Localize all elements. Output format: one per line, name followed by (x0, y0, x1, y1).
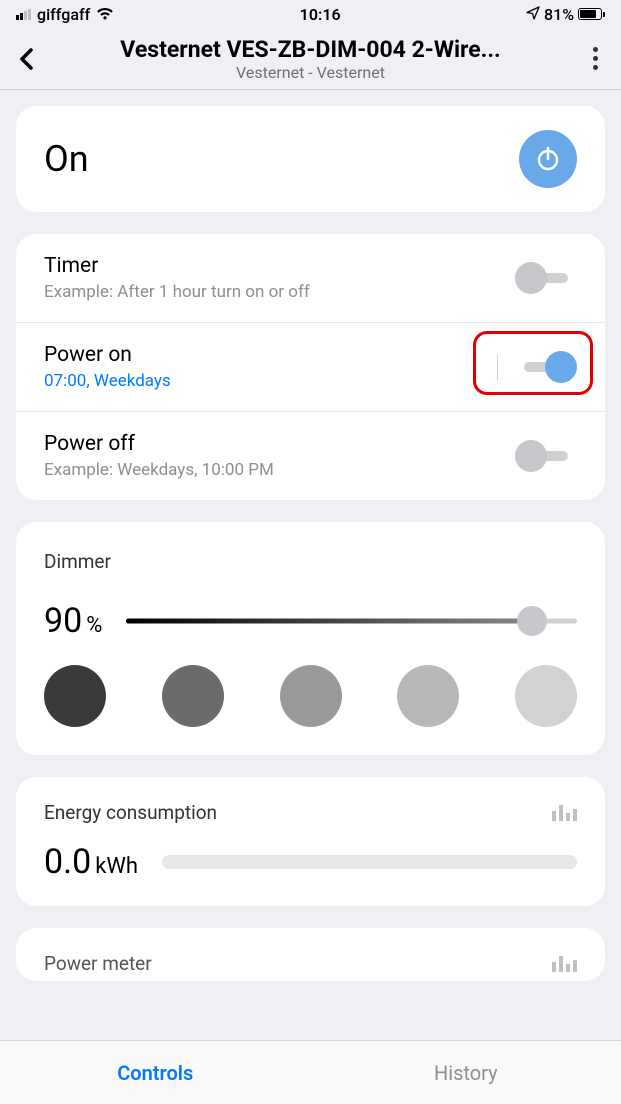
schedule-card: Timer Example: After 1 hour turn on or o… (16, 234, 605, 500)
dimmer-preset-4[interactable] (397, 665, 459, 727)
tab-history[interactable]: History (311, 1041, 621, 1104)
power-on-toggle[interactable] (515, 348, 577, 386)
power-on-sub: 07:00, Weekdays (44, 371, 515, 391)
page-subtitle: Vesternet - Vesternet (40, 63, 581, 82)
energy-value: 0.0kWh (44, 842, 138, 882)
energy-bar (162, 855, 577, 869)
status-bar: giffgaff 10:16 81% (0, 0, 621, 28)
timer-row[interactable]: Timer Example: After 1 hour turn on or o… (16, 234, 605, 323)
dimmer-preset-3[interactable] (280, 665, 342, 727)
dimmer-preset-1[interactable] (44, 665, 106, 727)
power-status-label: On (44, 138, 89, 180)
power-meter-card: Power meter (16, 928, 605, 981)
dimmer-card: Dimmer 90% (16, 522, 605, 755)
energy-title: Energy consumption (44, 801, 217, 824)
power-status-card: On (16, 106, 605, 212)
bottom-tabs: Controls History (0, 1040, 621, 1104)
signal-icon (16, 9, 31, 20)
power-off-toggle[interactable] (515, 437, 577, 475)
more-button[interactable] (581, 45, 609, 73)
clock: 10:16 (300, 5, 341, 24)
location-icon (526, 5, 540, 24)
power-toggle-button[interactable] (519, 130, 577, 188)
timer-sub: Example: After 1 hour turn on or off (44, 282, 515, 302)
dimmer-presets (44, 665, 577, 727)
power-off-sub: Example: Weekdays, 10:00 PM (44, 460, 515, 480)
battery-pct: 81% (544, 5, 574, 24)
power-meter-title: Power meter (44, 952, 152, 975)
power-off-title: Power off (44, 432, 515, 456)
dimmer-label: Dimmer (44, 550, 577, 573)
tab-controls[interactable]: Controls (0, 1041, 311, 1104)
energy-card: Energy consumption 0.0kWh (16, 777, 605, 906)
power-on-title: Power on (44, 343, 515, 367)
wifi-icon (96, 5, 114, 24)
chart-icon[interactable] (552, 805, 577, 821)
battery-icon (578, 8, 605, 20)
dimmer-slider[interactable] (126, 606, 577, 636)
dimmer-value: 90% (44, 601, 102, 641)
header: Vesternet VES-ZB-DIM-004 2-Wire... Veste… (0, 28, 621, 90)
power-off-row[interactable]: Power off Example: Weekdays, 10:00 PM (16, 412, 605, 500)
dimmer-preset-5[interactable] (515, 665, 577, 727)
page-title: Vesternet VES-ZB-DIM-004 2-Wire... (40, 36, 581, 63)
timer-title: Timer (44, 254, 515, 278)
back-button[interactable] (12, 45, 40, 73)
timer-toggle[interactable] (515, 259, 577, 297)
power-on-row[interactable]: Power on 07:00, Weekdays (16, 323, 605, 412)
dimmer-preset-2[interactable] (162, 665, 224, 727)
carrier-label: giffgaff (37, 5, 90, 24)
chart-icon[interactable] (552, 956, 577, 972)
